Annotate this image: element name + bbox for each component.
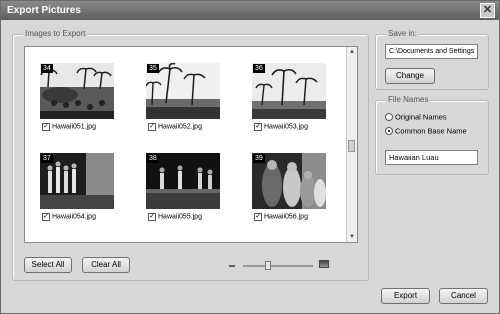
- export-pictures-dialog: Export Pictures ✕ Images to Export 34 ✓ …: [0, 0, 500, 314]
- thumbnail-caption: ✓ Hawaii055.jpg: [148, 212, 202, 222]
- thumbnail-caption: ✓ Hawaii052.jpg: [148, 122, 202, 132]
- original-names-label: Original Names: [395, 112, 447, 122]
- thumbnail-number: 36: [253, 64, 265, 73]
- scroll-up-icon[interactable]: ▲: [347, 47, 357, 57]
- thumbnail-number: 34: [41, 64, 53, 73]
- images-to-export-legend: Images to Export: [23, 29, 88, 38]
- thumbnail-checkbox[interactable]: ✓: [148, 212, 156, 221]
- dialog-title: Export Pictures: [7, 5, 81, 16]
- thumbnail-gallery[interactable]: 34 ✓ Hawaii051.jpg 35 ✓ Hawaii052.jpg 36…: [24, 46, 358, 243]
- title-bar[interactable]: Export Pictures ✕: [1, 1, 499, 20]
- file-names-legend: File Names: [386, 95, 431, 104]
- close-icon: ✕: [482, 4, 493, 16]
- zoom-slider-thumb[interactable]: [265, 261, 271, 270]
- zoom-in-icon: [319, 260, 329, 268]
- thumbnail-checkbox[interactable]: ✓: [254, 212, 262, 221]
- thumbnail-caption: ✓ Hawaii056.jpg: [254, 212, 308, 222]
- original-names-radio[interactable]: [385, 112, 393, 121]
- export-button[interactable]: Export: [381, 288, 430, 304]
- close-button[interactable]: ✕: [480, 3, 495, 18]
- clear-all-button[interactable]: Clear All: [82, 257, 130, 273]
- zoom-slider[interactable]: [243, 261, 313, 270]
- thumbnail-filename: Hawaii055.jpg: [158, 213, 202, 221]
- thumbnail-checkbox[interactable]: ✓: [42, 122, 50, 131]
- thumbnail-caption: ✓ Hawaii051.jpg: [42, 122, 96, 132]
- thumbnail-filename: Hawaii054.jpg: [52, 213, 96, 221]
- cancel-button[interactable]: Cancel: [439, 288, 488, 304]
- save-in-path-field[interactable]: C:\Documents and Settings: [385, 44, 478, 59]
- file-names-group: File Names Original Names Common Base Na…: [375, 95, 489, 175]
- thumbnail-number: 38: [147, 154, 159, 163]
- thumbnail-number: 37: [41, 154, 53, 163]
- thumbnail-checkbox[interactable]: ✓: [254, 122, 262, 131]
- thumbnail-number: 39: [253, 154, 265, 163]
- zoom-out-icon: ▬: [229, 263, 235, 269]
- original-names-option[interactable]: Original Names: [385, 112, 447, 121]
- thumbnail-number: 35: [147, 64, 159, 73]
- thumbnail-checkbox[interactable]: ✓: [148, 122, 156, 131]
- common-base-name-radio[interactable]: [385, 126, 393, 135]
- thumbnail-caption: ✓ Hawaii053.jpg: [254, 122, 308, 132]
- save-in-legend: Save in:: [386, 29, 419, 38]
- thumbnail-caption: ✓ Hawaii054.jpg: [42, 212, 96, 222]
- thumbnail-filename: Hawaii056.jpg: [264, 213, 308, 221]
- common-base-name-option[interactable]: Common Base Name: [385, 126, 467, 135]
- scroll-down-icon[interactable]: ▼: [347, 232, 357, 242]
- select-all-button[interactable]: Select All: [24, 257, 72, 273]
- change-button[interactable]: Change: [385, 68, 435, 84]
- scroll-thumb[interactable]: [348, 140, 355, 152]
- base-name-input[interactable]: Hawaiian Luau: [385, 150, 478, 165]
- common-base-name-label: Common Base Name: [395, 126, 467, 136]
- images-to-export-group: Images to Export 34 ✓ Hawaii051.jpg 35 ✓…: [12, 29, 369, 281]
- thumbnail-filename: Hawaii052.jpg: [158, 123, 202, 131]
- thumbnail-filename: Hawaii051.jpg: [52, 123, 96, 131]
- thumbnail-checkbox[interactable]: ✓: [42, 212, 50, 221]
- gallery-scrollbar[interactable]: ▲ ▼: [346, 47, 357, 242]
- thumbnail-filename: Hawaii053.jpg: [264, 123, 308, 131]
- save-in-group: Save in: C:\Documents and Settings Chang…: [375, 29, 489, 90]
